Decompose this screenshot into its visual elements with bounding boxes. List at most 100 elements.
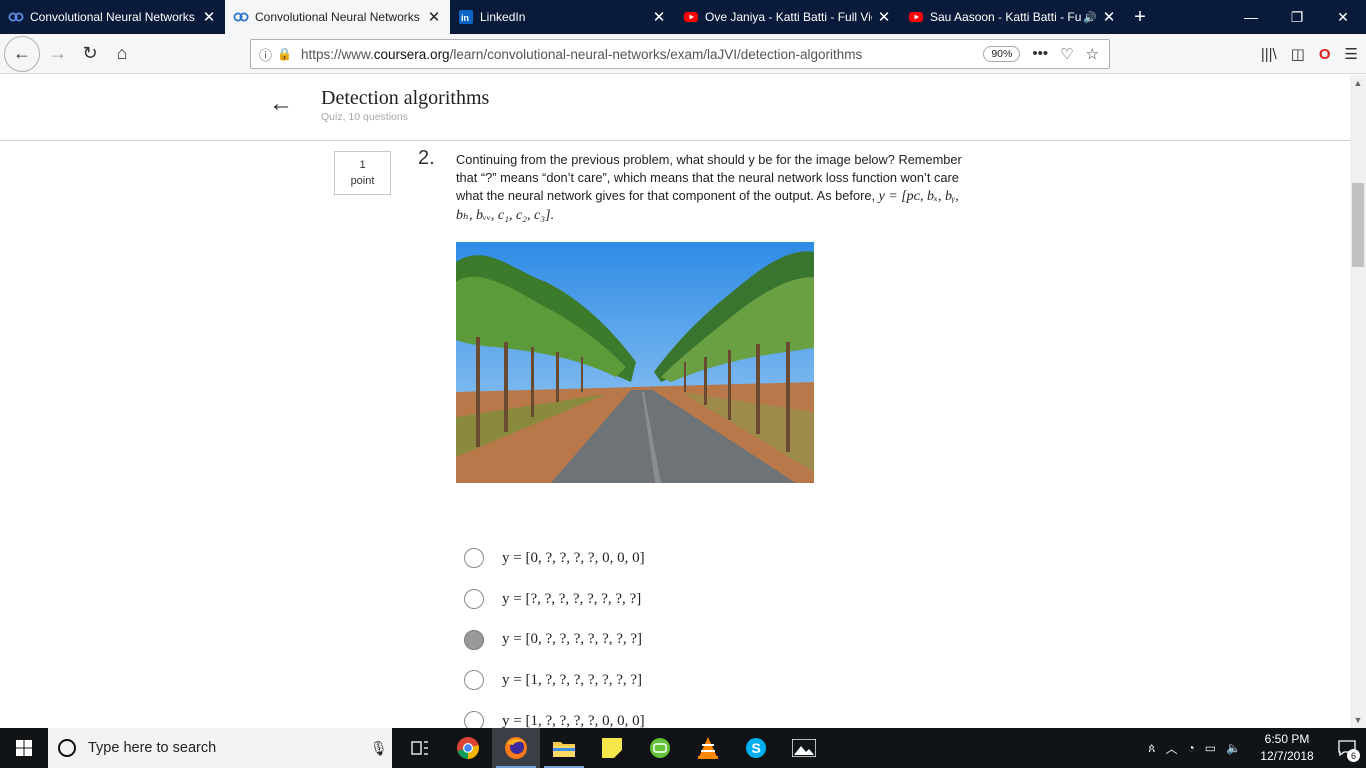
- tab-title: LinkedIn: [480, 10, 526, 24]
- url-path: /learn/convolutional-neural-networks/exa…: [449, 46, 863, 62]
- close-tab-icon[interactable]: ✕: [1101, 9, 1117, 26]
- cortana-icon: [58, 739, 76, 757]
- forward-button[interactable]: →: [42, 38, 74, 70]
- youtube-icon: [683, 9, 699, 25]
- url-text[interactable]: https://www.coursera.org/learn/convoluti…: [301, 47, 983, 62]
- file-explorer-icon[interactable]: [540, 728, 588, 768]
- library-icon[interactable]: |||\: [1261, 46, 1277, 63]
- pocket-icon[interactable]: ♡: [1060, 45, 1073, 63]
- chevron-up-icon[interactable]: ︿: [1165, 740, 1177, 757]
- people-icon[interactable]: ጰ: [1148, 741, 1155, 756]
- radio-button-selected[interactable]: [464, 629, 484, 650]
- system-tray: ጰ ︿ ◔ ▭ 🔈 6:50 PM 12/7/2018 6: [1143, 728, 1366, 768]
- windows-icon: [16, 740, 32, 756]
- action-center-icon[interactable]: 6: [1328, 728, 1366, 768]
- answer-option[interactable]: y = [1, ?, ?, ?, ?, 0, 0, 0]: [464, 701, 645, 728]
- skype-icon[interactable]: S: [732, 728, 780, 768]
- taskbar: Type here to search 🎙 S ጰ ︿ ◔ ▭ 🔈 6:50 P…: [0, 728, 1366, 768]
- quiz-title: Detection algorithms: [321, 87, 490, 109]
- vlc-icon[interactable]: [684, 728, 732, 768]
- browser-tab-active[interactable]: Convolutional Neural Networks ✕: [225, 0, 450, 34]
- option-label: y = [0, ?, ?, ?, ?, 0, 0, 0]: [502, 549, 645, 566]
- radio-button[interactable]: [464, 670, 484, 691]
- clock-time: 6:50 PM: [1264, 732, 1310, 746]
- start-button[interactable]: [0, 728, 48, 768]
- close-tab-icon[interactable]: ✕: [651, 9, 667, 26]
- radio-button[interactable]: [464, 589, 484, 610]
- opera-icon[interactable]: O: [1319, 46, 1331, 63]
- answer-option[interactable]: y = [?, ?, ?, ?, ?, ?, ?, ?]: [464, 579, 645, 620]
- navigation-bar: ← → ↻ ⌂ ⓘ 🔒 https://www.coursera.org/lea…: [0, 34, 1366, 74]
- radio-button[interactable]: [464, 548, 484, 569]
- option-label: y = [?, ?, ?, ?, ?, ?, ?, ?]: [502, 590, 642, 607]
- close-tab-icon[interactable]: ✕: [201, 9, 217, 26]
- browser-tab[interactable]: Sau Aasoon - Katti Batti - Full 🔊 ✕: [900, 0, 1125, 34]
- system-clock[interactable]: 6:50 PM 12/7/2018: [1246, 731, 1328, 765]
- option-label: y = [1, ?, ?, ?, ?, 0, 0, 0]: [502, 712, 645, 728]
- sidebar-icon[interactable]: ◫: [1291, 45, 1305, 63]
- points-value: 1: [359, 159, 366, 171]
- volume-icon[interactable]: 🔈: [1226, 741, 1241, 755]
- answer-option[interactable]: y = [1, ?, ?, ?, ?, ?, ?, ?]: [464, 660, 645, 701]
- photos-icon[interactable]: [780, 728, 828, 768]
- browser-tab[interactable]: in LinkedIn ✕: [450, 0, 675, 34]
- menu-icon[interactable]: ☰: [1345, 45, 1358, 63]
- scroll-up-icon[interactable]: ▲: [1350, 75, 1366, 91]
- road-image: [456, 242, 814, 483]
- page-actions-icon[interactable]: •••: [1032, 45, 1048, 63]
- tab-title: Convolutional Neural Networks: [30, 10, 195, 24]
- tab-title: Sau Aasoon - Katti Batti - Full: [930, 10, 1082, 24]
- sticky-notes-icon[interactable]: [588, 728, 636, 768]
- task-view-icon[interactable]: [396, 728, 444, 768]
- radio-button[interactable]: [464, 711, 484, 728]
- back-arrow-icon[interactable]: ←: [266, 89, 296, 119]
- svg-text:in: in: [461, 13, 469, 23]
- points-label: point: [350, 175, 375, 187]
- info-icon[interactable]: ⓘ: [259, 45, 277, 64]
- microphone-icon[interactable]: 🎙: [370, 740, 392, 757]
- browser-tab[interactable]: Ove Janiya - Katti Batti - Full Vid ✕: [675, 0, 900, 34]
- lock-icon[interactable]: 🔒: [277, 47, 295, 61]
- page-content: ← Detection algorithms Quiz, 10 question…: [0, 75, 1366, 728]
- quiz-subtitle: Quiz, 10 questions: [321, 111, 408, 123]
- question-text: Continuing from the previous problem, wh…: [456, 151, 976, 225]
- new-tab-button[interactable]: +: [1125, 0, 1155, 34]
- address-bar[interactable]: ⓘ 🔒 https://www.coursera.org/learn/convo…: [250, 39, 1110, 69]
- page-scrollbar[interactable]: ▲ ▼: [1350, 75, 1366, 728]
- answer-option[interactable]: y = [0, ?, ?, ?, ?, ?, ?, ?]: [464, 619, 645, 660]
- browser-tab[interactable]: Convolutional Neural Networks ✕: [0, 0, 225, 34]
- close-tab-icon[interactable]: ✕: [426, 9, 442, 26]
- close-tab-icon[interactable]: ✕: [876, 9, 892, 26]
- clock-date: 12/7/2018: [1260, 749, 1314, 763]
- speaker-icon[interactable]: 🔊: [1083, 11, 1097, 24]
- answer-option[interactable]: y = [0, ?, ?, ?, ?, 0, 0, 0]: [464, 538, 645, 579]
- firefox-icon[interactable]: [492, 728, 540, 768]
- coursera-icon: [233, 9, 249, 25]
- tab-title: Convolutional Neural Networks: [255, 10, 420, 24]
- app-icon[interactable]: [636, 728, 684, 768]
- youtube-icon: [908, 9, 924, 25]
- restore-icon[interactable]: ❐: [1274, 0, 1320, 34]
- quiz-header: ← Detection algorithms Quiz, 10 question…: [0, 75, 1350, 141]
- url-domain: coursera.org: [373, 46, 450, 62]
- scroll-down-icon[interactable]: ▼: [1350, 712, 1366, 728]
- answer-options: y = [0, ?, ?, ?, ?, 0, 0, 0] y = [?, ?, …: [464, 538, 645, 728]
- back-button[interactable]: ←: [4, 35, 40, 72]
- battery-icon[interactable]: ▭: [1205, 741, 1216, 755]
- bookmark-star-icon[interactable]: ☆: [1086, 45, 1099, 63]
- window-controls: — ❐ ✕: [1228, 0, 1366, 34]
- scrollbar-thumb[interactable]: [1352, 183, 1364, 267]
- zoom-indicator[interactable]: 90%: [983, 46, 1021, 62]
- close-window-icon[interactable]: ✕: [1320, 0, 1366, 34]
- option-label: y = [1, ?, ?, ?, ?, ?, ?, ?]: [502, 671, 643, 688]
- taskbar-search[interactable]: Type here to search 🎙: [48, 728, 392, 768]
- minimize-icon[interactable]: —: [1228, 0, 1274, 34]
- url-prefix: https://www.: [301, 46, 374, 62]
- search-placeholder: Type here to search: [88, 740, 217, 756]
- home-button[interactable]: ⌂: [106, 38, 138, 70]
- reload-button[interactable]: ↻: [74, 38, 106, 70]
- question-number: 2.: [418, 147, 435, 169]
- wifi-icon[interactable]: ◔: [1187, 741, 1194, 755]
- chrome-icon[interactable]: [444, 728, 492, 768]
- svg-text:S: S: [752, 740, 761, 756]
